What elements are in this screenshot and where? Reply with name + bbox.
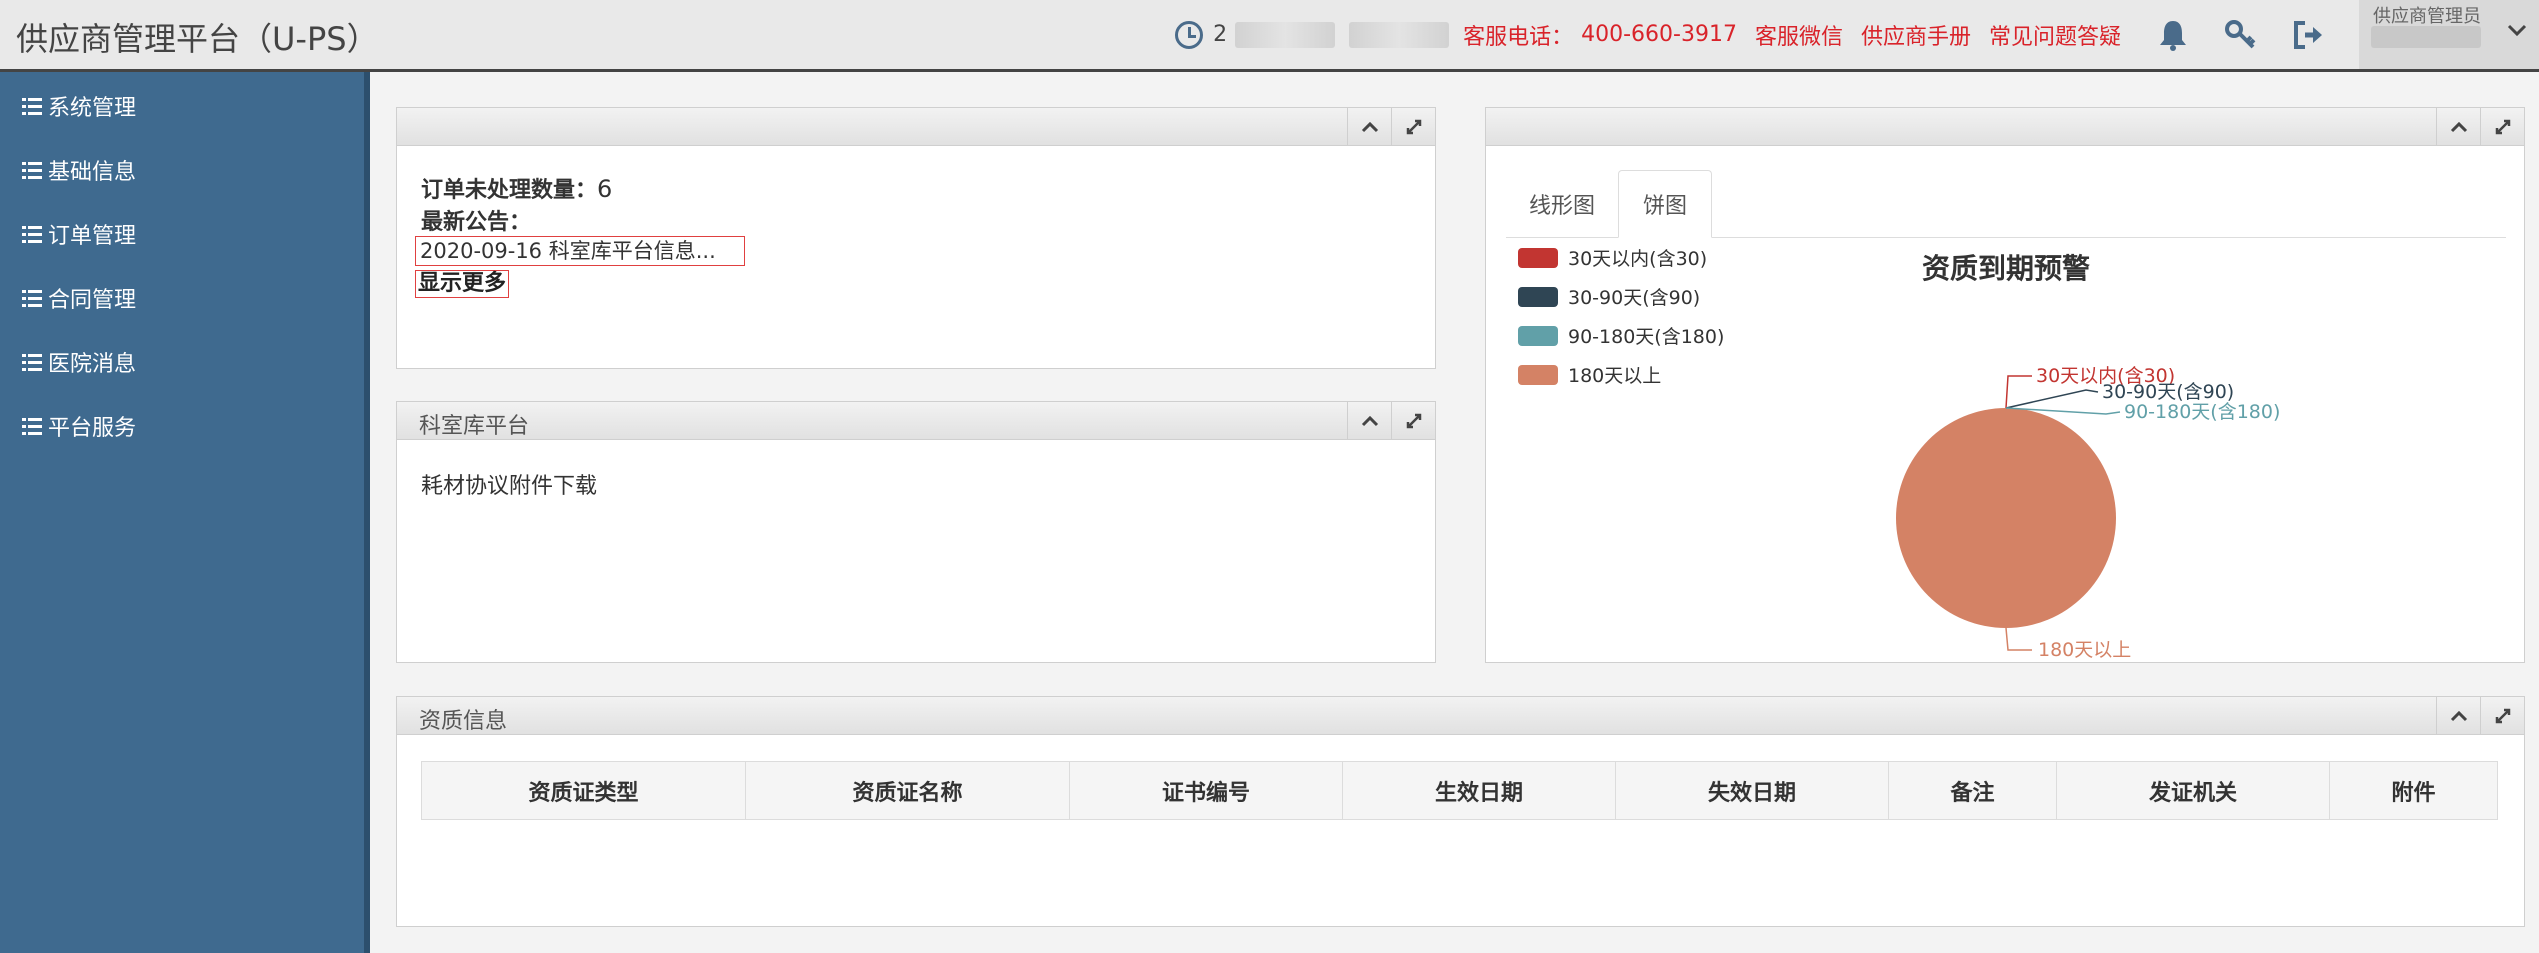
collapse-button[interactable] xyxy=(1347,108,1391,145)
chart-title: 资质到期预警 xyxy=(1922,252,2090,285)
collapse-button[interactable] xyxy=(1347,402,1391,439)
chart-panel: 线形图 饼图 30天以内(含30) 30-90天(含90) 90-180天(含1… xyxy=(1485,107,2525,663)
sidebar-item-label: 医院消息 xyxy=(48,352,137,377)
sidebar-item-label: 平台服务 xyxy=(48,416,137,441)
sidebar-item-label: 系统管理 xyxy=(48,96,137,121)
expand-icon xyxy=(2495,708,2510,723)
panel-tools xyxy=(2436,697,2524,734)
chevron-up-icon xyxy=(2450,121,2467,132)
pie-chart: 资质到期预警 30天以内(含30)30-90天(含90)90-180天(含180… xyxy=(1896,252,2280,661)
agreement-download-link[interactable]: 耗材协议附件下载 xyxy=(421,468,597,500)
sidebar-item-platform-service[interactable]: 平台服务 xyxy=(22,410,136,442)
sidebar-item-hospital-messages[interactable]: 医院消息 xyxy=(22,346,136,378)
qualification-panel: 资质信息 资质证类型 资质证名称 证书编号 生效日期 失效日期 备注 发证机关 … xyxy=(396,696,2525,927)
pie-slice[interactable] xyxy=(1896,408,2116,628)
sidebar-item-basic-info[interactable]: 基础信息 xyxy=(22,154,136,186)
chevron-up-icon xyxy=(1361,121,1378,132)
user-menu[interactable]: 供应商管理员 xyxy=(2359,0,2539,69)
notice-panel: 订单未处理数量：6 最新公告： 2020-09-16 科室库平台信息... 显示… xyxy=(396,107,1436,369)
show-more-link[interactable]: 显示更多 xyxy=(415,270,510,298)
announcement-label: 最新公告： xyxy=(421,210,532,235)
expand-icon xyxy=(1406,413,1421,428)
list-icon xyxy=(22,417,42,435)
list-icon xyxy=(22,161,42,179)
column-header[interactable]: 附件 xyxy=(2329,761,2498,820)
panel-tools xyxy=(1347,108,1435,145)
expand-icon xyxy=(2495,119,2510,134)
column-header[interactable]: 发证机关 xyxy=(2056,761,2330,820)
chevron-down-icon xyxy=(2507,22,2527,41)
panel-header xyxy=(397,108,1435,146)
redacted-text xyxy=(1235,21,1336,48)
redacted-text xyxy=(2371,26,2481,48)
service-wechat-link[interactable]: 客服微信 xyxy=(1755,19,1843,51)
service-phone-link[interactable]: 400-660-3917 xyxy=(1581,22,1737,47)
header-toolbar: 2 客服电话： 400-660-3917 客服微信 供应商手册 常见问题答疑 供… xyxy=(1175,0,2539,69)
expand-button[interactable] xyxy=(1391,402,1435,439)
qualification-table: 资质证类型 资质证名称 证书编号 生效日期 失效日期 备注 发证机关 附件 xyxy=(421,761,2498,820)
list-icon xyxy=(22,97,42,115)
panel-tools xyxy=(2436,108,2524,145)
panel-header: 资质信息 xyxy=(397,697,2524,735)
panel-tools xyxy=(1347,402,1435,439)
sidebar: 系统管理 基础信息 订单管理 合同管理 医院消息 平台服务 xyxy=(0,72,370,953)
list-icon xyxy=(22,353,42,371)
sidebar-item-contracts[interactable]: 合同管理 xyxy=(22,282,136,314)
department-platform-panel: 科室库平台 耗材协议附件下载 xyxy=(396,401,1436,663)
panel-title: 科室库平台 xyxy=(419,414,530,439)
clock-text: 2 xyxy=(1213,22,1228,47)
expand-button[interactable] xyxy=(2480,697,2524,734)
app-title: 供应商管理平台（U-PS） xyxy=(16,20,379,58)
column-header[interactable]: 资质证名称 xyxy=(745,761,1070,820)
panel-title: 资质信息 xyxy=(419,709,508,734)
pie-slice-label: 180天以上 xyxy=(2038,639,2131,661)
list-icon xyxy=(22,225,42,243)
redacted-text xyxy=(1349,21,1450,48)
user-role-label: 供应商管理员 xyxy=(2373,6,2481,27)
expand-button[interactable] xyxy=(2480,108,2524,145)
pending-orders-count: 6 xyxy=(597,175,613,203)
column-header[interactable]: 失效日期 xyxy=(1615,761,1889,820)
pie-slice-label: 30-90天(含90) xyxy=(2102,381,2234,403)
faq-link[interactable]: 常见问题答疑 xyxy=(1989,19,2121,51)
sidebar-item-system[interactable]: 系统管理 xyxy=(22,90,136,122)
label-line xyxy=(2005,627,2032,651)
column-header[interactable]: 生效日期 xyxy=(1342,761,1616,820)
sidebar-item-orders[interactable]: 订单管理 xyxy=(22,218,136,250)
expand-button[interactable] xyxy=(1391,108,1435,145)
list-icon xyxy=(22,289,42,307)
top-header: 供应商管理平台（U-PS） 2 客服电话： 400-660-3917 客服微信 … xyxy=(0,0,2539,72)
bell-icon[interactable] xyxy=(2153,15,2193,55)
collapse-button[interactable] xyxy=(2436,697,2480,734)
sidebar-item-label: 订单管理 xyxy=(48,224,137,249)
pending-orders-label: 订单未处理数量：6 xyxy=(421,175,613,203)
announcement-link[interactable]: 2020-09-16 科室库平台信息... xyxy=(415,236,745,266)
service-phone-label: 客服电话： xyxy=(1463,24,1574,50)
logout-icon[interactable] xyxy=(2289,15,2329,55)
column-header[interactable]: 证书编号 xyxy=(1069,761,1343,820)
label-line xyxy=(2005,389,2099,409)
expand-icon xyxy=(1406,119,1421,134)
column-header[interactable]: 备注 xyxy=(1888,761,2057,820)
collapse-button[interactable] xyxy=(2436,108,2480,145)
sidebar-item-label: 合同管理 xyxy=(48,288,137,313)
pie-slice-label: 90-180天(含180) xyxy=(2124,401,2280,423)
chevron-up-icon xyxy=(2450,710,2467,721)
sidebar-item-label: 基础信息 xyxy=(48,160,137,185)
chevron-up-icon xyxy=(1361,415,1378,426)
supplier-manual-link[interactable]: 供应商手册 xyxy=(1861,19,1971,51)
key-icon[interactable] xyxy=(2221,15,2261,55)
column-header[interactable]: 资质证类型 xyxy=(421,761,746,820)
table-header-row: 资质证类型 资质证名称 证书编号 生效日期 失效日期 备注 发证机关 附件 xyxy=(421,761,2498,820)
clock-icon xyxy=(1175,20,1204,49)
panel-header: 科室库平台 xyxy=(397,402,1435,440)
panel-header xyxy=(1486,108,2524,146)
